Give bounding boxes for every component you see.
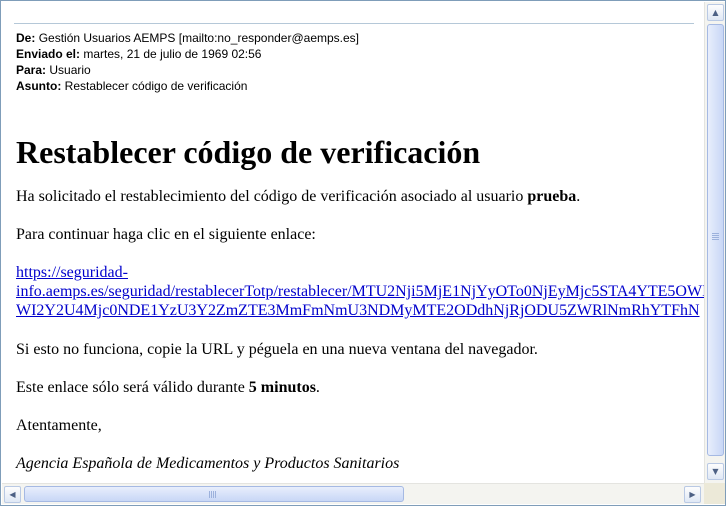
sent-label: Enviado el:	[16, 47, 81, 61]
to-label: Para:	[16, 63, 47, 77]
message-body: Restablecer código de verificación Ha so…	[16, 132, 704, 472]
horizontal-scroll-thumb[interactable]	[24, 486, 404, 502]
horizontal-grip-icon	[209, 491, 216, 498]
left-arrow-icon[interactable]: ◀	[4, 486, 21, 503]
paragraph-continue: Para continuar haga clic en el siguiente…	[16, 226, 316, 243]
signature: Agencia Española de Medicamentos y Produ…	[16, 455, 400, 472]
sent-value: martes, 21 de julio de 1969 02:56	[83, 47, 262, 61]
subject-value: Restablecer código de verificación	[64, 79, 248, 93]
down-arrow-icon[interactable]: ▼	[707, 463, 724, 480]
vertical-scroll-thumb[interactable]	[707, 24, 724, 456]
reset-link-line-2[interactable]: info.aemps.es/seguridad/restablecerTotp/…	[16, 282, 704, 301]
paragraph-validity: Este enlace sólo será válido durante 5 m…	[16, 378, 320, 397]
sent-row: Enviado el: martes, 21 de julio de 1969 …	[16, 46, 359, 62]
validity-text: Este enlace sólo será válido durante	[16, 379, 249, 396]
reset-link-line-3[interactable]: WI2Y2U4Mjc0NDE1YzU3Y2ZmZTE3MmFmNmU3NDMyM…	[16, 301, 704, 320]
reset-link-line-1[interactable]: https://seguridad-	[16, 263, 704, 282]
to-value: Usuario	[49, 63, 91, 77]
subject-row: Asunto: Restablecer código de verificaci…	[16, 78, 359, 94]
header-divider	[14, 23, 694, 24]
right-arrow-icon[interactable]: ▶	[684, 486, 701, 503]
subject-label: Asunto:	[16, 79, 62, 93]
paragraph-request-text: Ha solicitado el restablecimiento del có…	[16, 188, 528, 205]
from-label: De:	[16, 31, 36, 45]
validity-duration: 5 minutos	[248, 379, 316, 396]
message-viewport: De: Gestión Usuarios AEMPS [mailto:no_re…	[2, 2, 704, 483]
to-row: Para: Usuario	[16, 62, 359, 78]
paragraph-copy-url: Si esto no funciona, copie la URL y pégu…	[16, 341, 538, 358]
vertical-scrollbar[interactable]: ▲ ▼	[704, 2, 725, 483]
reset-link[interactable]: https://seguridad- info.aemps.es/segurid…	[16, 263, 704, 320]
validity-end: .	[315, 379, 320, 396]
paragraph-request: Ha solicitado el restablecimiento del có…	[16, 187, 580, 206]
horizontal-scrollbar[interactable]: ◀ ▶	[2, 483, 704, 504]
from-value: Gestión Usuarios AEMPS [mailto:no_respon…	[38, 31, 360, 45]
from-row: De: Gestión Usuarios AEMPS [mailto:no_re…	[16, 30, 359, 46]
message-title: Restablecer código de verificación	[16, 134, 481, 170]
closing-text: Atentamente,	[16, 417, 102, 434]
vertical-grip-icon	[712, 233, 719, 240]
scrollbar-corner	[704, 483, 725, 504]
paragraph-request-end: .	[576, 188, 581, 205]
up-arrow-icon[interactable]: ▲	[707, 4, 724, 21]
email-header: De: Gestión Usuarios AEMPS [mailto:no_re…	[16, 30, 359, 94]
username: prueba	[527, 188, 577, 205]
email-window: De: Gestión Usuarios AEMPS [mailto:no_re…	[0, 0, 726, 506]
